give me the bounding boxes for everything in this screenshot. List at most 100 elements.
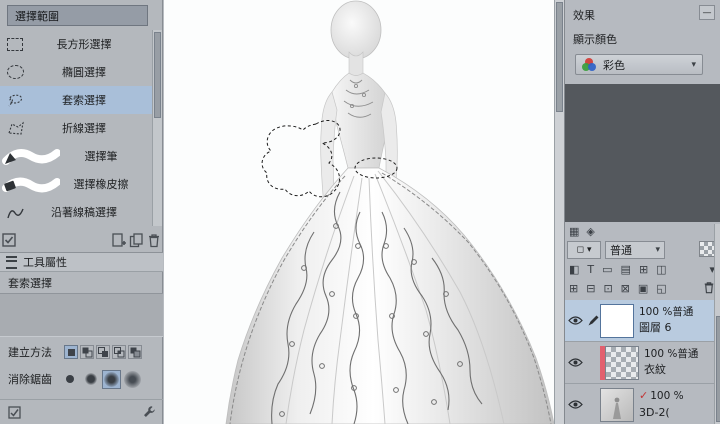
- create-method-exclude-button[interactable]: [128, 345, 142, 359]
- layer-palette-tabs: ▦ ◈: [569, 224, 595, 238]
- create-mask-icon[interactable]: ▣: [638, 282, 648, 295]
- lock-icon[interactable]: ▭: [602, 263, 612, 276]
- visibility-eye-icon[interactable]: [568, 357, 585, 368]
- layer-row-3d[interactable]: ✓ 100 % 3D-2(: [565, 384, 715, 424]
- antialias-buttons: [60, 369, 142, 389]
- new-folder-icon[interactable]: ⊟: [586, 282, 595, 295]
- visibility-eye-icon[interactable]: [568, 399, 585, 410]
- delete-subtool-icon[interactable]: [145, 231, 163, 249]
- transfer-down-icon[interactable]: ⊡: [603, 282, 612, 295]
- layer-row-layer6[interactable]: 100 %普通 圖層 6: [565, 300, 715, 342]
- layer-property-toolbar: ◧ T ▭ ▤ ⊞ ◫ ▾: [569, 262, 715, 277]
- menu-icon[interactable]: [6, 255, 17, 269]
- tool-label: 長方形選擇: [56, 38, 112, 51]
- layer-action-toolbar: ⊞ ⊟ ⊡ ⊠ ▣ ◱: [569, 281, 715, 296]
- canvas-scrollbar-thumb[interactable]: [556, 2, 563, 112]
- tool-select-eraser[interactable]: 選擇橡皮擦: [0, 170, 152, 198]
- layer-name: 衣紋: [644, 363, 666, 376]
- layer-list-scrollbar[interactable]: [714, 224, 720, 424]
- antialias-middle-button[interactable]: [102, 369, 121, 389]
- layer-text: ✓ 100 % 3D-2(: [639, 388, 684, 420]
- minus-icon: —: [702, 7, 712, 18]
- new-layer-icon[interactable]: ⊞: [569, 282, 578, 295]
- create-method-buttons: [64, 345, 142, 359]
- tool-label: 沿著線稿選擇: [51, 206, 117, 219]
- visibility-eye-icon[interactable]: [568, 315, 585, 326]
- select-pen-icon: [0, 145, 64, 167]
- palette-layers-icon[interactable]: ◈: [586, 225, 594, 238]
- create-method-label: 建立方法: [8, 346, 52, 359]
- display-color-dropdown[interactable]: 彩色 ▾: [575, 54, 703, 75]
- canvas-artwork: [225, 0, 555, 424]
- layer-name: 圖層 6: [639, 321, 672, 334]
- check-icon: ✓: [639, 389, 649, 403]
- tool-property-footer: [0, 399, 163, 424]
- create-method-row: 建立方法: [8, 342, 158, 362]
- add-subtool-icon[interactable]: [109, 231, 127, 249]
- color-wheel-icon: [582, 58, 597, 71]
- editing-pen-icon: [585, 315, 600, 327]
- tool-select-pen[interactable]: 選擇筆: [0, 142, 152, 170]
- chevron-down-icon: ▾: [655, 245, 660, 255]
- apply-mask-icon[interactable]: ◱: [656, 282, 666, 295]
- tool-lasso-select[interactable]: 套索選擇: [0, 86, 152, 114]
- create-method-multiply-button[interactable]: [112, 345, 126, 359]
- canvas[interactable]: [164, 0, 555, 424]
- chevron-down-icon: ▾: [691, 59, 696, 70]
- text-icon[interactable]: T: [587, 263, 594, 276]
- tool-ellipse-select[interactable]: 橢圓選擇: [0, 58, 152, 86]
- polyline-select-icon: [0, 121, 30, 136]
- layer-info: 100 %普通: [644, 347, 699, 360]
- tool-label: 套索選擇: [62, 94, 106, 107]
- antialias-none-button[interactable]: [60, 370, 79, 389]
- layer-scrollbar-thumb[interactable]: [716, 316, 720, 422]
- ruler-icon[interactable]: ⊞: [639, 263, 648, 276]
- wrench-icon[interactable]: [140, 403, 158, 421]
- effects-minimize-button[interactable]: —: [699, 5, 715, 20]
- layer-text: 100 %普通 衣紋: [644, 347, 698, 378]
- empty-dock-area: [565, 84, 720, 222]
- palette-color-button[interactable]: ◻ ▾: [567, 241, 601, 259]
- blend-mode-dropdown[interactable]: 普通 ▾: [605, 241, 665, 259]
- tool-polyline-select[interactable]: 折線選擇: [0, 114, 152, 142]
- tool-label: 折線選擇: [62, 122, 106, 135]
- blend-mode-value: 普通: [610, 244, 632, 257]
- property-list-area[interactable]: [0, 293, 163, 337]
- subtool-scrollbar[interactable]: [152, 30, 162, 226]
- register-settings-checkbox-icon[interactable]: [5, 403, 23, 421]
- create-method-add-button[interactable]: [80, 345, 94, 359]
- copy-subtool-icon[interactable]: [127, 231, 145, 249]
- palette-grid-icon[interactable]: ▦: [569, 225, 579, 238]
- subtool-group-title[interactable]: 選擇範圍: [7, 5, 148, 26]
- rect-select-icon: [0, 37, 30, 51]
- tool-label: 選擇橡皮擦: [73, 178, 129, 191]
- transparency-checker-swatch[interactable]: [699, 241, 715, 257]
- lock-transparent-icon[interactable]: ◧: [569, 263, 579, 276]
- layer-thumbnail[interactable]: [600, 387, 634, 422]
- mask-icon[interactable]: ▤: [621, 263, 631, 276]
- create-method-subtract-button[interactable]: [96, 345, 110, 359]
- subtool-group-label: 選擇範圍: [15, 9, 59, 23]
- show-all-checkbox-icon[interactable]: [0, 231, 18, 249]
- layer-thumbnail[interactable]: [600, 303, 634, 338]
- layer-row-clothing[interactable]: 100 %普通 衣紋: [565, 342, 715, 384]
- tool-label: 選擇筆: [84, 150, 118, 163]
- select-eraser-icon: [0, 173, 64, 195]
- display-color-value: 彩色: [603, 58, 625, 72]
- antialias-weak-button[interactable]: [81, 370, 100, 389]
- right-dock: 效果 — 顯示顏色 彩色 ▾ ▦ ◈ ◻ ▾ 普通 ▾ ◧ T ▭ ▤ ⊞ ◫ …: [564, 0, 720, 424]
- antialias-label: 消除鋸齒: [8, 373, 52, 386]
- blend-square-icon: ◻: [576, 245, 584, 255]
- layer-thumbnail[interactable]: [605, 345, 639, 380]
- canvas-vertical-scrollbar[interactable]: [554, 0, 564, 424]
- tool-rect-select[interactable]: 長方形選擇: [0, 30, 152, 58]
- tool-select-along-line[interactable]: 沿著線稿選擇: [0, 198, 152, 226]
- merge-down-icon[interactable]: ⊠: [621, 282, 630, 295]
- antialias-strong-button[interactable]: [123, 370, 142, 389]
- ellipse-select-icon: [0, 65, 30, 79]
- reference-icon[interactable]: ◫: [656, 263, 666, 276]
- layer-text: 100 %普通 圖層 6: [639, 305, 693, 336]
- create-method-new-button[interactable]: [64, 345, 78, 359]
- subtool-scrollbar-thumb[interactable]: [154, 32, 161, 118]
- tool-property-header[interactable]: 工具屬性: [0, 253, 163, 272]
